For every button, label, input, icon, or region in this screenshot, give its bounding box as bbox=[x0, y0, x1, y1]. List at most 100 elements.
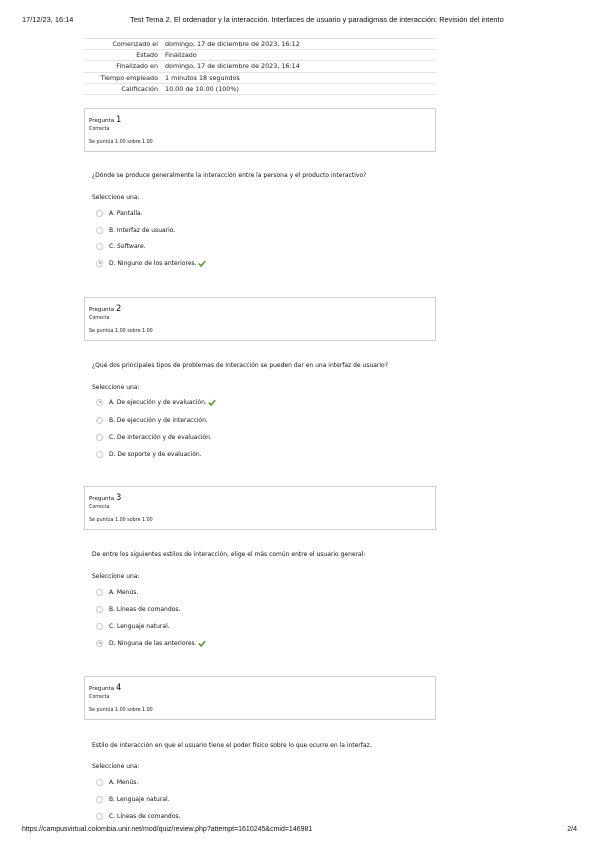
question-state: Correcta bbox=[89, 695, 110, 700]
summary-value: Finalizado bbox=[165, 51, 197, 60]
summary-value: domingo, 17 de diciembre de 2023, 16:12 bbox=[165, 40, 300, 49]
print-url: https://campusvirtual.colombia.unir.net/… bbox=[22, 826, 313, 833]
summary-value: 10.00 de 10.00 (100%) bbox=[165, 84, 239, 93]
question-info-box: Pregunta 3 Correcta Se puntúa 1.00 sobre… bbox=[84, 486, 436, 530]
answer-label: B. Líneas de comandos. bbox=[109, 605, 181, 613]
answer-option[interactable]: C. Lenguaje natural. bbox=[96, 621, 170, 631]
summary-row-started: Comenzado el domingo, 17 de diciembre de… bbox=[84, 39, 436, 51]
summary-label: Tiempo empleado bbox=[100, 73, 158, 82]
radio-selected-icon[interactable] bbox=[96, 398, 103, 406]
summary-value: domingo, 17 de diciembre de 2023, 16:14 bbox=[165, 62, 300, 71]
checkmark-icon bbox=[197, 640, 206, 647]
answer-option[interactable]: B. Líneas de comandos. bbox=[96, 604, 180, 614]
answer-prompt: Seleccione una: bbox=[92, 384, 140, 391]
answer-option[interactable]: D. Ninguno de los anteriores. bbox=[96, 258, 206, 268]
answer-label: B. De ejecución y de interacción. bbox=[109, 416, 208, 424]
question-prefix: Pregunta bbox=[89, 496, 115, 502]
question-grade: Se puntúa 1.00 sobre 1.00 bbox=[89, 518, 153, 523]
answer-label: C. Software. bbox=[109, 242, 146, 250]
radio-selected-icon[interactable] bbox=[96, 259, 103, 267]
radio-circle-icon[interactable] bbox=[96, 588, 103, 596]
checkmark-icon bbox=[197, 260, 206, 267]
answer-option[interactable]: A. Menús. bbox=[96, 587, 138, 597]
answer-option[interactable]: A. De ejecución y de evaluación. bbox=[96, 397, 216, 407]
summary-label: Comenzado el bbox=[112, 40, 158, 49]
radio-circle-icon[interactable] bbox=[96, 812, 103, 820]
print-page-title: Test Tema 2. El ordenador y la interacci… bbox=[130, 15, 504, 24]
question-number-value: 3 bbox=[115, 492, 122, 502]
attempt-summary-table: Comenzado el domingo, 17 de diciembre de… bbox=[84, 38, 436, 95]
question-number: Pregunta 4 bbox=[89, 682, 121, 692]
answer-label: C. De interacción y de evaluación. bbox=[109, 433, 212, 441]
question-prefix: Pregunta bbox=[89, 118, 115, 124]
answer-label: A. Pantalla. bbox=[109, 209, 143, 217]
answer-option[interactable]: D. De soporte y de evaluación. bbox=[96, 449, 202, 459]
question-prefix: Pregunta bbox=[89, 686, 115, 692]
radio-circle-icon[interactable] bbox=[96, 242, 103, 250]
summary-label: Estado bbox=[136, 51, 158, 60]
question-info-box: Pregunta 1 Correcta Se puntúa 1.00 sobre… bbox=[84, 108, 436, 152]
answer-prompt: Seleccione una: bbox=[92, 763, 140, 770]
summary-row-time: Tiempo empleado 1 minutos 18 segundos bbox=[84, 73, 436, 84]
summary-row-state: Estado Finalizado bbox=[84, 50, 436, 62]
summary-row-finished: Finalizado en domingo, 17 de diciembre d… bbox=[84, 61, 436, 73]
summary-row-grade: Calificación 10.00 de 10.00 (100%) bbox=[84, 84, 436, 95]
question-text: ¿Dónde se produce generalmente la intera… bbox=[92, 172, 367, 179]
radio-circle-icon[interactable] bbox=[96, 209, 103, 217]
question-grade: Se puntúa 1.00 sobre 1.00 bbox=[89, 708, 153, 713]
question-number: Pregunta 1 bbox=[89, 114, 121, 124]
answer-option[interactable]: D. Ninguna de las anteriores. bbox=[96, 638, 206, 648]
question-grade: Se puntúa 1.00 sobre 1.00 bbox=[89, 329, 153, 334]
answer-label: D. De soporte y de evaluación. bbox=[109, 450, 202, 458]
answer-option[interactable]: B. De ejecución y de interacción. bbox=[96, 415, 208, 425]
question-text: Estilo de interacción en que el usuario … bbox=[92, 742, 372, 749]
question-text: ¿Qué dos principales tipos de problemas … bbox=[92, 362, 388, 369]
answer-option[interactable]: B. Interfaz de usuario. bbox=[96, 225, 175, 235]
print-footer: https://campusvirtual.colombia.unir.net/… bbox=[22, 826, 577, 838]
answer-label: B. Interfaz de usuario. bbox=[109, 226, 176, 234]
answer-option[interactable]: C. Líneas de comandos. bbox=[96, 811, 180, 821]
summary-value: 1 minutos 18 segundos bbox=[165, 73, 240, 82]
answer-label: A. De ejecución y de evaluación. bbox=[109, 398, 207, 406]
question-number: Pregunta 2 bbox=[89, 303, 121, 313]
answer-option[interactable]: A. Pantalla. bbox=[96, 208, 143, 218]
page-number: 2/4 bbox=[567, 826, 577, 833]
answer-option[interactable]: C. Software. bbox=[96, 241, 146, 251]
radio-circle-icon[interactable] bbox=[96, 450, 103, 458]
answer-prompt: Seleccione una: bbox=[92, 573, 140, 580]
question-number-value: 2 bbox=[115, 303, 122, 313]
radio-circle-icon[interactable] bbox=[96, 778, 103, 786]
answer-label: A. Menús. bbox=[109, 588, 139, 596]
radio-circle-icon[interactable] bbox=[96, 433, 103, 441]
question-number-value: 4 bbox=[115, 682, 122, 692]
question-number: Pregunta 3 bbox=[89, 492, 121, 502]
answer-prompt: Seleccione una: bbox=[92, 194, 140, 201]
radio-selected-icon[interactable] bbox=[96, 639, 103, 647]
answer-label: A. Menús. bbox=[109, 778, 139, 786]
print-header: 17/12/23, 16:14 Test Tema 2. El ordenado… bbox=[22, 15, 577, 27]
answer-label: B. Lenguaje natural. bbox=[109, 795, 170, 803]
radio-circle-icon[interactable] bbox=[96, 622, 103, 630]
radio-circle-icon[interactable] bbox=[96, 795, 103, 803]
question-state: Correcta bbox=[89, 316, 110, 321]
summary-label: Finalizado en bbox=[116, 62, 158, 71]
print-datetime: 17/12/23, 16:14 bbox=[22, 15, 74, 24]
answer-label: C. Líneas de comandos. bbox=[109, 812, 181, 820]
answer-label: D. Ninguno de los anteriores. bbox=[109, 259, 197, 267]
question-text: De entre los siguientes estilos de inter… bbox=[92, 551, 366, 558]
summary-label: Calificación bbox=[121, 84, 158, 93]
answer-italic-term: Software bbox=[117, 242, 144, 250]
answer-label: C. Lenguaje natural. bbox=[109, 622, 170, 630]
radio-circle-icon[interactable] bbox=[96, 605, 103, 613]
question-grade: Se puntúa 1.00 sobre 1.00 bbox=[89, 140, 153, 145]
question-info-box: Pregunta 4 Correcta Se puntúa 1.00 sobre… bbox=[84, 676, 436, 720]
radio-circle-icon[interactable] bbox=[96, 226, 103, 234]
question-state: Correcta bbox=[89, 505, 110, 510]
question-number-value: 1 bbox=[115, 114, 122, 124]
answer-option[interactable]: A. Menús. bbox=[96, 777, 138, 787]
question-info-box: Pregunta 2 Correcta Se puntúa 1.00 sobre… bbox=[84, 297, 436, 341]
answer-option[interactable]: B. Lenguaje natural. bbox=[96, 794, 170, 804]
radio-circle-icon[interactable] bbox=[96, 416, 103, 424]
checkmark-icon bbox=[208, 399, 216, 406]
answer-option[interactable]: C. De interacción y de evaluación. bbox=[96, 432, 212, 442]
